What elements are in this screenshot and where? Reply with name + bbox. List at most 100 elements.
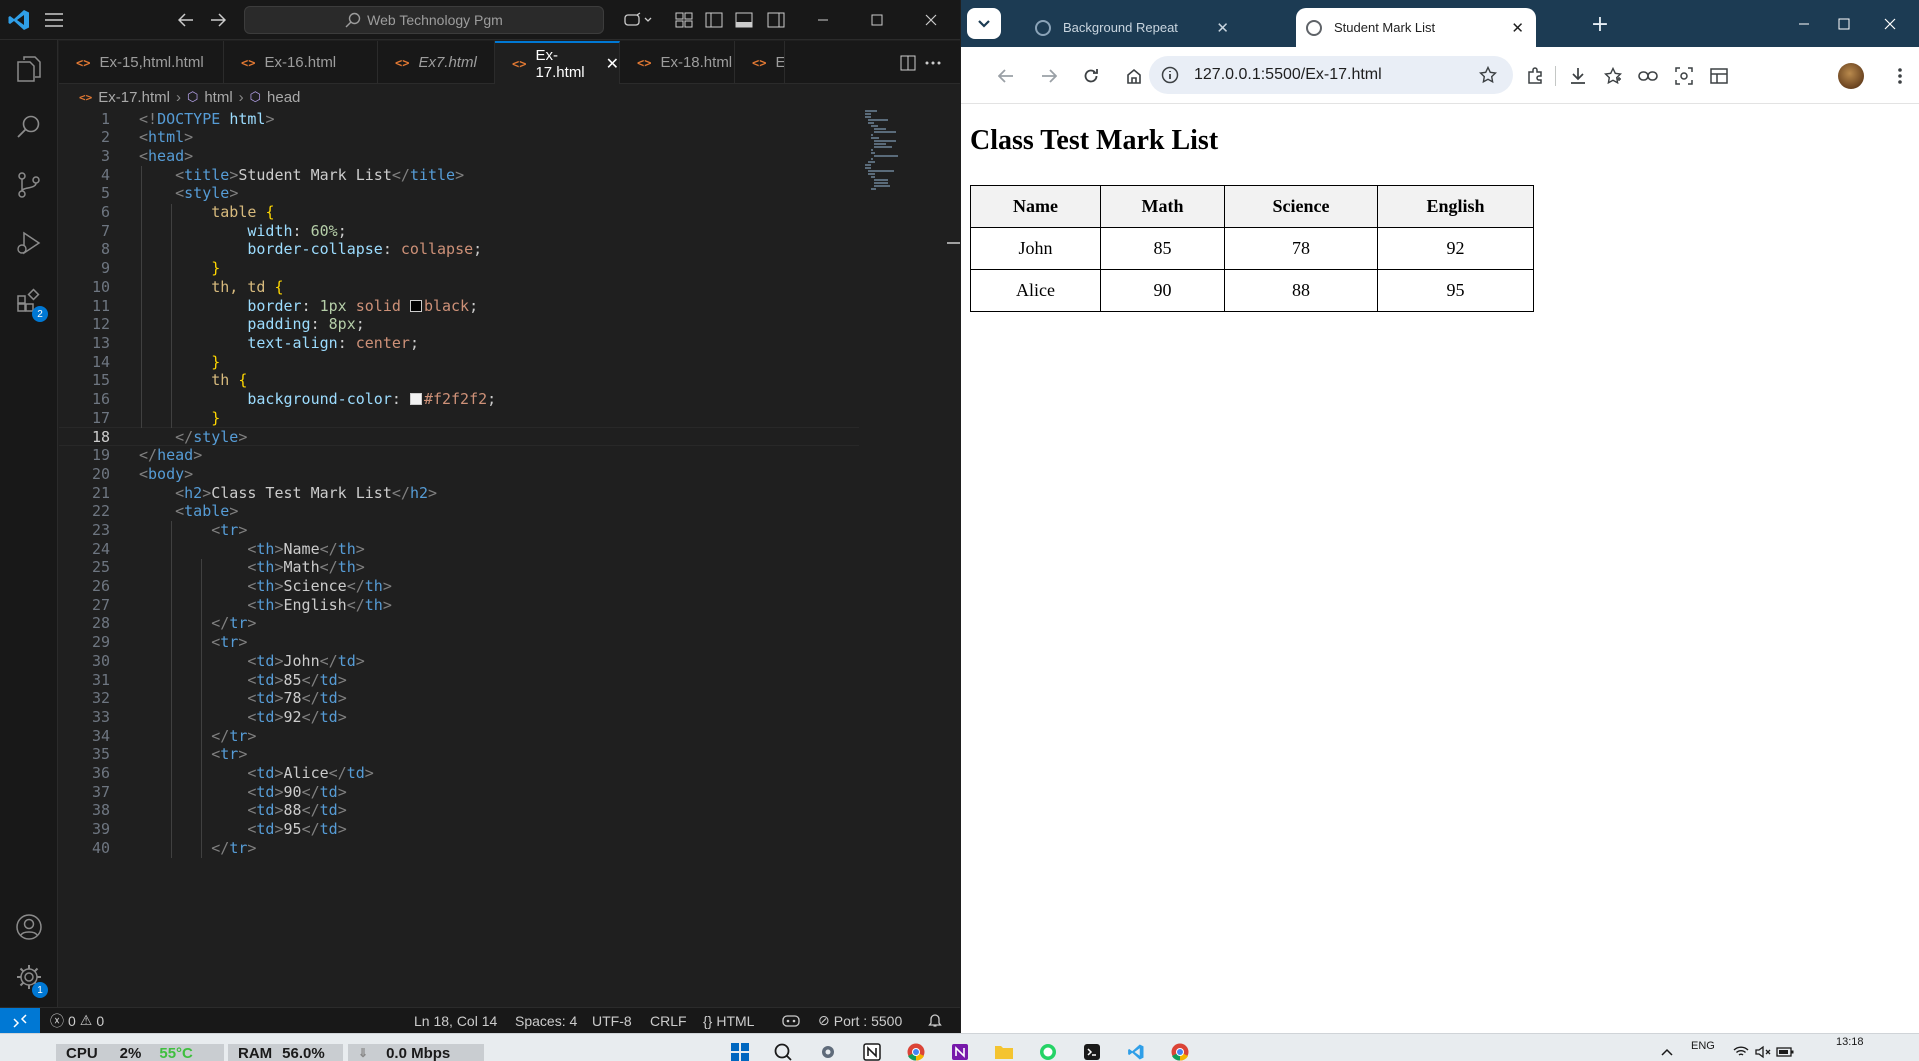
code-line[interactable]: 32 <td>78</td> (59, 689, 859, 708)
onenote-icon[interactable] (949, 1042, 971, 1061)
breadcrumb-head[interactable]: head (267, 89, 300, 106)
input-language[interactable]: ENG (1691, 1040, 1715, 1052)
problems-indicator[interactable]: ⓧ 0 ⚠ 0 (50, 1008, 104, 1033)
code-line[interactable]: 16 background-color: #f2f2f2; (59, 390, 859, 409)
forward-arrow-icon[interactable] (1035, 62, 1063, 90)
terminal-app-icon[interactable] (1081, 1042, 1103, 1061)
settings-gear-icon[interactable] (817, 1042, 839, 1061)
toggle-secondary-sidebar-icon[interactable] (764, 8, 788, 32)
code-line[interactable]: 19 </head> (59, 446, 859, 465)
close-icon[interactable] (1867, 0, 1913, 47)
code-line[interactable]: 2 <html> (59, 128, 859, 147)
link-icon[interactable] (1634, 62, 1662, 90)
code-line[interactable]: 9 } (59, 259, 859, 278)
downloads-icon[interactable] (1564, 62, 1592, 90)
chrome-icon[interactable] (905, 1042, 927, 1061)
code-line[interactable]: 23 <tr> (59, 521, 859, 540)
more-menu-icon[interactable] (1886, 62, 1914, 90)
tab-search-chevron-down-icon[interactable] (967, 8, 1001, 39)
code-line[interactable]: 4 <title>Student Mark List</title> (59, 166, 859, 185)
toggle-primary-sidebar-icon[interactable] (702, 8, 726, 32)
tab-ex-17[interactable]: <> Ex-17.html ✕ (495, 41, 620, 84)
site-info-icon[interactable] (1161, 66, 1179, 84)
extensions-puzzle-icon[interactable] (1522, 62, 1550, 90)
file-explorer-icon[interactable] (993, 1042, 1015, 1061)
back-arrow-icon[interactable] (992, 62, 1020, 90)
profile-avatar[interactable] (1838, 63, 1864, 89)
speaker-muted-icon[interactable] (1752, 1042, 1774, 1061)
code-line[interactable]: 12 padding: 8px; (59, 315, 859, 334)
split-editor-icon[interactable] (897, 52, 919, 74)
code-line[interactable]: 14 } (59, 353, 859, 372)
chrome-running-icon[interactable] (1169, 1042, 1191, 1061)
code-line[interactable]: 15 th { (59, 371, 859, 390)
tab-student-mark-list[interactable]: Student Mark List ✕ (1296, 8, 1536, 47)
code-line[interactable]: 36 <td>Alice</td> (59, 764, 859, 783)
breadcrumb-file[interactable]: Ex-17.html (98, 89, 170, 106)
code-line[interactable]: 30 <td>John</td> (59, 652, 859, 671)
close-icon[interactable] (908, 0, 954, 40)
tab-close-icon[interactable]: ✕ (1511, 19, 1524, 37)
copilot-icon[interactable] (620, 8, 656, 32)
explorer-icon[interactable] (0, 42, 58, 96)
code-line[interactable]: 21 <h2>Class Test Mark List</h2> (59, 484, 859, 503)
code-line[interactable]: 24 <th>Name</th> (59, 540, 859, 559)
reload-icon[interactable] (1077, 62, 1105, 90)
code-line[interactable]: 3 <head> (59, 147, 859, 166)
code-line[interactable]: 18 </style> (59, 427, 859, 446)
code-line[interactable]: 35 <tr> (59, 745, 859, 764)
whatsapp-icon[interactable] (1037, 1042, 1059, 1061)
extensions-icon[interactable]: 2 (0, 274, 58, 328)
live-server-port[interactable]: ⊘ Port : 5500 (818, 1008, 902, 1033)
code-line[interactable]: 6 table { (59, 203, 859, 222)
editor-scrollbar[interactable] (947, 110, 960, 1007)
notifications-bell-icon[interactable] (928, 1008, 942, 1033)
favorites-icon[interactable] (1599, 62, 1627, 90)
code-line[interactable]: 22 <table> (59, 502, 859, 521)
bookmark-star-icon[interactable] (1479, 66, 1497, 84)
menu-hamburger-icon[interactable] (42, 8, 66, 32)
maximize-icon[interactable] (854, 0, 900, 40)
code-line[interactable]: 13 text-align: center; (59, 334, 859, 353)
code-line[interactable]: 40 </tr> (59, 839, 859, 858)
tab-ex-15[interactable]: <> Ex-15,html.html (59, 41, 224, 84)
code-line[interactable]: 1 <!DOCTYPE html> (59, 110, 859, 128)
forward-arrow-icon[interactable] (206, 8, 230, 32)
wifi-icon[interactable] (1730, 1042, 1752, 1061)
notion-icon[interactable] (861, 1042, 883, 1061)
code-line[interactable]: 8 border-collapse: collapse; (59, 240, 859, 259)
accounts-icon[interactable] (0, 900, 58, 954)
code-line[interactable]: 25 <th>Math</th> (59, 558, 859, 577)
language-mode[interactable]: {} HTML (703, 1008, 754, 1033)
code-line[interactable]: 38 <td>88</td> (59, 801, 859, 820)
tab-close-icon[interactable]: ✕ (606, 54, 619, 74)
side-panel-icon[interactable] (1705, 62, 1733, 90)
tab-ex-18[interactable]: <> Ex-18.html (620, 41, 735, 84)
code-line[interactable]: 20 <body> (59, 465, 859, 484)
cursor-position[interactable]: Ln 18, Col 14 (414, 1008, 497, 1033)
new-tab-plus-icon[interactable]: + (1586, 10, 1614, 38)
code-line[interactable]: 27 <th>English</th> (59, 596, 859, 615)
tab-background-repeat[interactable]: Background Repeat ✕ (1021, 8, 1241, 47)
minimize-icon[interactable] (800, 0, 846, 40)
code-line[interactable]: 11 border: 1px solid black; (59, 297, 859, 316)
code-line[interactable]: 34 </tr> (59, 727, 859, 746)
code-editor[interactable]: 1 <!DOCTYPE html> 2 <html> 3 <head> 4 <title>S… (59, 110, 960, 1007)
back-arrow-icon[interactable] (174, 8, 198, 32)
customize-layout-icon[interactable] (672, 8, 696, 32)
search-icon[interactable] (772, 1042, 794, 1061)
manage-gear-icon[interactable]: 1 (0, 950, 58, 1004)
search-icon[interactable] (0, 100, 58, 154)
tab-ex7[interactable]: <> Ex7.html (378, 41, 495, 84)
code-line[interactable]: 17 } (59, 409, 859, 428)
run-debug-icon[interactable] (0, 216, 58, 270)
end-of-line[interactable]: CRLF (650, 1008, 687, 1033)
code-line[interactable]: 31 <td>85</td> (59, 671, 859, 690)
code-line[interactable]: 7 width: 60%; (59, 222, 859, 241)
vscode-taskbar-icon[interactable] (1125, 1042, 1147, 1061)
more-actions-icon[interactable] (922, 52, 944, 74)
code-line[interactable]: 5 <style> (59, 184, 859, 203)
code-line[interactable]: 26 <th>Science</th> (59, 577, 859, 596)
address-bar[interactable]: 127.0.0.1:5500/Ex-17.html (1149, 56, 1513, 94)
encoding[interactable]: UTF-8 (592, 1008, 632, 1033)
